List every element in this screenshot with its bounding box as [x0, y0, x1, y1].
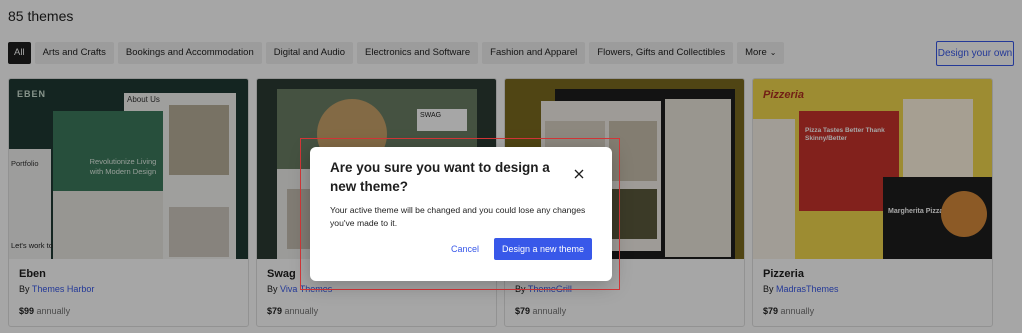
- design-new-theme-button[interactable]: Design a new theme: [494, 238, 592, 260]
- confirm-design-dialog: Are you sure you want to design a new th…: [310, 147, 612, 281]
- theme-showcase: 85 themes All Arts and Crafts Bookings a…: [0, 0, 1022, 333]
- dialog-title: Are you sure you want to design a new th…: [330, 160, 550, 194]
- cancel-button[interactable]: Cancel: [451, 244, 479, 254]
- close-icon[interactable]: [572, 167, 586, 181]
- dialog-message: Your active theme will be changed and yo…: [330, 205, 586, 228]
